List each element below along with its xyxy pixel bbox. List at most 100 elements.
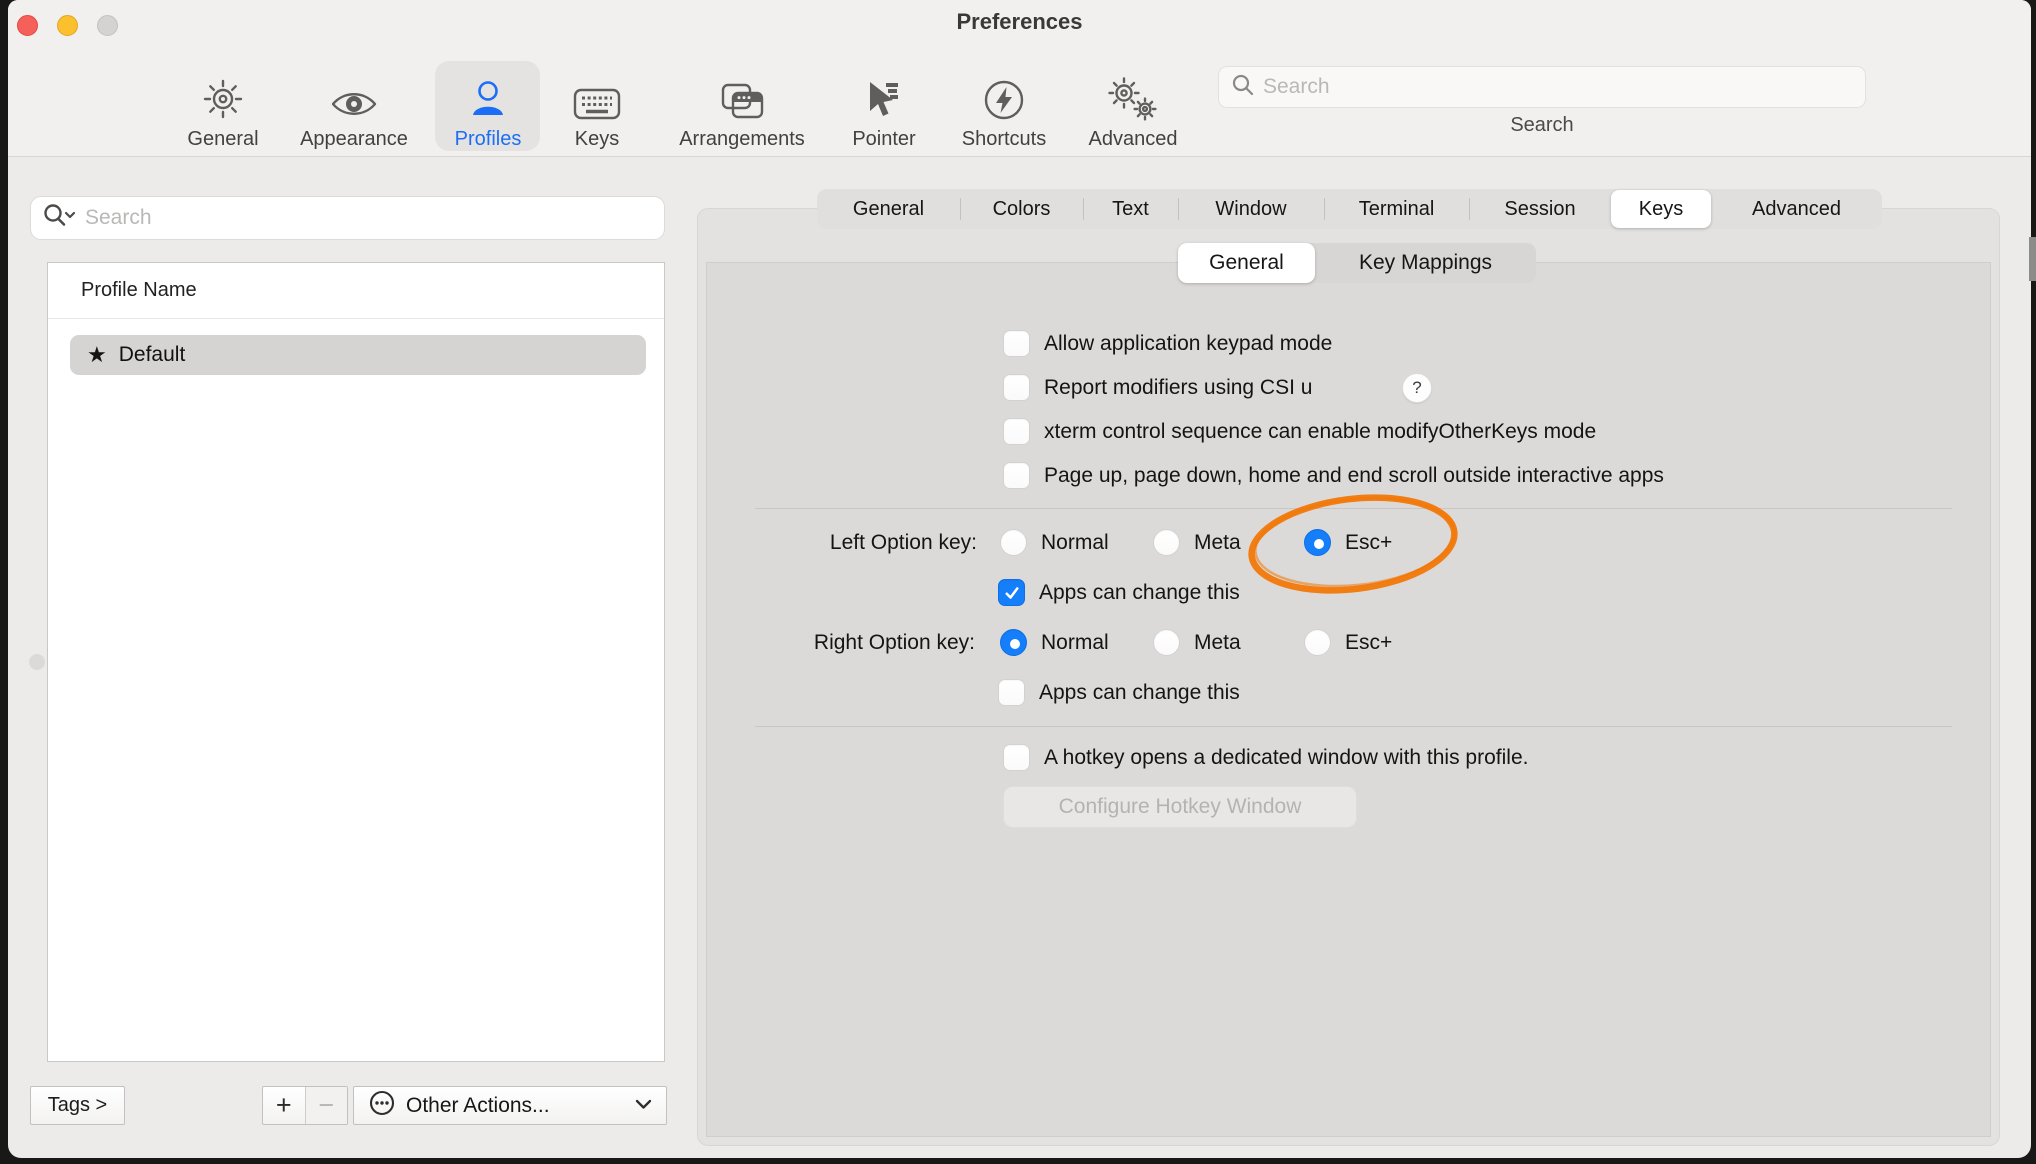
chevron-down-icon [635, 1097, 652, 1115]
help-button[interactable]: ? [1402, 373, 1432, 403]
checkbox-row: Apps can change this [998, 679, 1240, 706]
radio-left-normal[interactable] [1000, 529, 1027, 556]
radio-right-esc-group: Esc+ [1304, 629, 1392, 656]
toolbar-item-general[interactable]: General [163, 62, 283, 150]
checkbox-page-scroll[interactable] [1003, 462, 1030, 489]
radio-label: Meta [1194, 529, 1241, 556]
checkbox-row: Report modifiers using CSI u [1003, 374, 1312, 401]
windows-icon [718, 72, 766, 122]
keys-general-pane [706, 262, 1991, 1137]
profile-row-default[interactable]: ★ Default [70, 335, 646, 375]
checkbox-left-apps-change[interactable] [998, 579, 1025, 606]
tab-terminal[interactable]: Terminal [1324, 189, 1469, 229]
toolbar-item-profiles[interactable]: Profiles [428, 62, 548, 150]
toolbar-search-input[interactable] [1263, 75, 1853, 99]
tab-colors[interactable]: Colors [960, 189, 1083, 229]
profile-search-field[interactable] [30, 196, 665, 240]
toolbar-item-keys[interactable]: Keys [537, 62, 657, 150]
toolbar-item-label: Pointer [852, 128, 915, 150]
profile-name: Default [119, 343, 186, 367]
radio-right-normal[interactable] [1000, 629, 1027, 656]
toolbar-item-label: General [187, 128, 258, 150]
divider [755, 726, 1952, 727]
checkbox-label: Apps can change this [1039, 679, 1240, 706]
tab-keys[interactable]: Keys [1611, 190, 1711, 228]
toolbar-item-advanced[interactable]: Advanced [1073, 62, 1193, 150]
checkbox-label: xterm control sequence can enable modify… [1044, 418, 1596, 445]
checkbox-keypad-mode[interactable] [1003, 330, 1030, 357]
background-scrollbar-thumb [2029, 237, 2036, 281]
toolbar-item-label: Appearance [300, 128, 408, 150]
other-actions-dropdown[interactable]: Other Actions... [353, 1086, 667, 1125]
checkbox-label: Page up, page down, home and end scroll … [1044, 462, 1664, 489]
tab-general[interactable]: General [817, 189, 960, 229]
gear-icon [200, 72, 246, 122]
remove-profile-button: − [305, 1087, 348, 1124]
keys-subtab-bar: General Key Mappings [1178, 243, 1536, 283]
tab-divider [1324, 198, 1325, 220]
checkbox-csi-u[interactable] [1003, 374, 1030, 401]
toolbar-item-label: Arrangements [679, 128, 805, 150]
checkbox-right-apps-change[interactable] [998, 679, 1025, 706]
checkbox-label: A hotkey opens a dedicated window with t… [1044, 744, 1528, 771]
toolbar-search-field[interactable] [1218, 66, 1866, 108]
checkbox-modifyotherkeys[interactable] [1003, 418, 1030, 445]
checkbox-row: Page up, page down, home and end scroll … [1003, 462, 1664, 489]
right-option-key-label: Right Option key: [700, 629, 975, 656]
subtab-general[interactable]: General [1178, 243, 1315, 283]
tab-session[interactable]: Session [1469, 189, 1611, 229]
profile-tab-bar: General Colors Text Window Terminal Sess… [817, 189, 1882, 229]
toolbar-item-label: Keys [575, 128, 619, 150]
star-icon: ★ [87, 335, 107, 375]
tab-divider [1469, 198, 1470, 220]
tab-window[interactable]: Window [1178, 189, 1324, 229]
tab-divider [1083, 198, 1084, 220]
window-title: Preferences [8, 9, 2031, 35]
radio-right-meta-group: Meta [1153, 629, 1241, 656]
radio-right-meta[interactable] [1153, 629, 1180, 656]
radio-label: Meta [1194, 629, 1241, 656]
profile-list: Profile Name ★ Default [47, 262, 665, 1062]
radio-left-normal-group: Normal [1000, 529, 1109, 556]
checkbox-label: Allow application keypad mode [1044, 330, 1332, 357]
toolbar-item-label: Shortcuts [962, 128, 1046, 150]
radio-left-meta[interactable] [1153, 529, 1180, 556]
keyboard-icon [573, 72, 621, 122]
toolbar-search-label: Search [1218, 114, 1866, 137]
search-scope-icon [43, 203, 77, 234]
person-icon [465, 72, 511, 122]
add-remove-group: + − [262, 1086, 348, 1125]
toolbar-item-shortcuts[interactable]: Shortcuts [944, 62, 1064, 150]
profile-search-input[interactable] [85, 206, 652, 230]
subtab-key-mappings[interactable]: Key Mappings [1315, 243, 1536, 283]
checkbox-row: Apps can change this [998, 579, 1240, 606]
profile-list-header: Profile Name [81, 279, 197, 302]
left-option-key-label: Left Option key: [700, 529, 977, 556]
tab-divider [960, 198, 961, 220]
toolbar-item-appearance[interactable]: Appearance [284, 62, 424, 150]
radio-label: Normal [1041, 529, 1109, 556]
gears-icon [1107, 72, 1159, 122]
tags-button-label: Tags > [48, 1094, 107, 1117]
toolbar-item-arrangements[interactable]: Arrangements [657, 62, 827, 150]
bolt-icon [982, 72, 1026, 122]
tags-button[interactable]: Tags > [30, 1086, 125, 1125]
search-icon [1231, 73, 1255, 102]
checkbox-hotkey-window[interactable] [1003, 744, 1030, 771]
configure-hotkey-window-button: Configure Hotkey Window [1003, 786, 1357, 828]
radio-label: Esc+ [1345, 629, 1392, 656]
toolbar-item-pointer[interactable]: Pointer [824, 62, 944, 150]
splitter-handle-dot[interactable] [29, 654, 45, 670]
tab-text[interactable]: Text [1083, 189, 1178, 229]
circle-ellipsis-icon [368, 1089, 396, 1122]
divider [48, 318, 664, 319]
radio-label: Normal [1041, 629, 1109, 656]
cursor-icon [862, 72, 906, 122]
radio-right-esc[interactable] [1304, 629, 1331, 656]
tab-advanced[interactable]: Advanced [1711, 189, 1882, 229]
eye-icon [329, 72, 379, 122]
add-profile-button[interactable]: + [263, 1087, 305, 1124]
radio-left-meta-group: Meta [1153, 529, 1241, 556]
toolbar-item-label: Profiles [455, 128, 522, 150]
checkmark-icon [1003, 584, 1021, 602]
